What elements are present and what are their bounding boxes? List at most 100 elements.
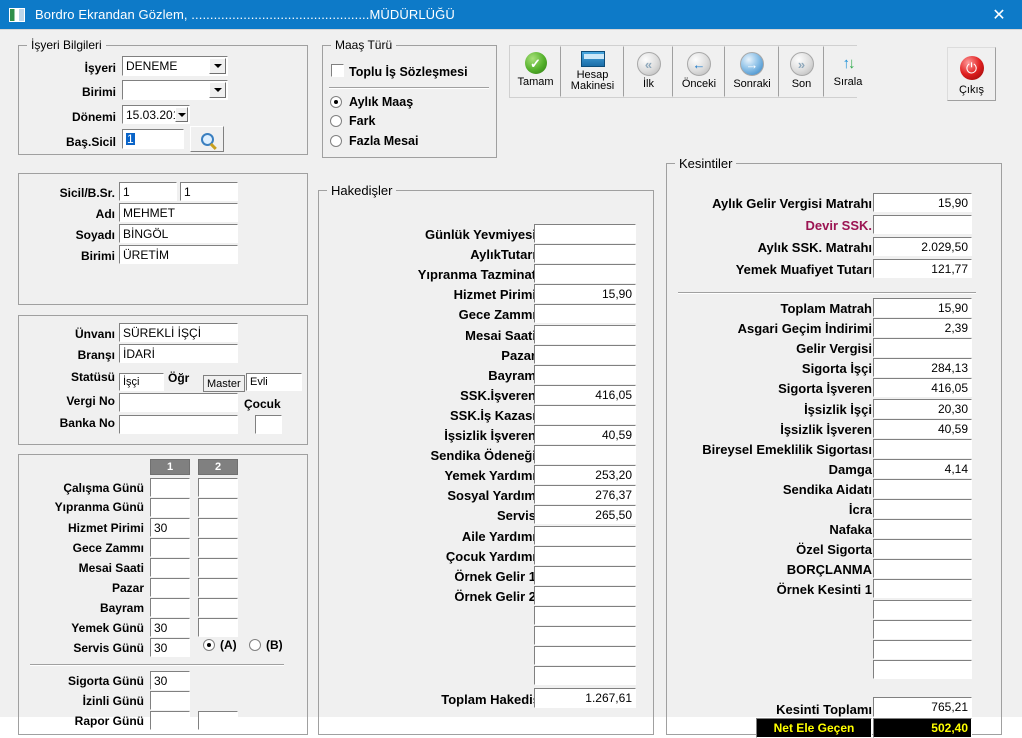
kesinti-value-10[interactable] [873, 499, 972, 518]
hakedis-value-11[interactable] [534, 445, 636, 464]
izinli-gunu-c1[interactable] [150, 691, 190, 710]
hakedis-value-15[interactable] [534, 526, 636, 545]
kesinti-value-12[interactable] [873, 539, 972, 558]
radio-aylik-maas[interactable] [330, 96, 342, 108]
kesinti-value-0[interactable]: 15,90 [873, 298, 972, 317]
cikis-button[interactable]: ⏻ Çıkış [947, 47, 996, 101]
unvani-input[interactable]: SÜREKLİ İŞÇİ [119, 323, 238, 342]
kesinti-top-value-3[interactable]: 121,77 [873, 259, 972, 278]
sicil-input[interactable]: 1 [119, 182, 177, 201]
hakedis-value-2[interactable] [534, 264, 636, 283]
mesai-saati-c2[interactable] [198, 558, 238, 577]
hakedis-value-7[interactable] [534, 365, 636, 384]
donemi-datepicker[interactable]: 15.03.2019 [122, 105, 190, 124]
radio-servis-a[interactable] [203, 639, 215, 651]
kesinti-value-2[interactable] [873, 338, 972, 357]
kesinti-top-value-2[interactable]: 2.029,50 [873, 237, 972, 256]
kesinti-value-15[interactable] [873, 600, 972, 619]
radio-fark[interactable] [330, 115, 342, 127]
pazar-c1[interactable] [150, 578, 190, 597]
kesinti-top-value-0[interactable]: 15,90 [873, 193, 972, 212]
hakedis-value-17[interactable] [534, 566, 636, 585]
adi-input[interactable]: MEHMET [119, 203, 238, 222]
hakedis-value-0[interactable] [534, 224, 636, 243]
birimi-personel-input[interactable]: ÜRETİM [119, 245, 238, 264]
hakedis-value-9[interactable] [534, 405, 636, 424]
hakedis-value-4[interactable] [534, 304, 636, 323]
kesinti-value-6[interactable]: 40,59 [873, 419, 972, 438]
yipranma-gunu-c1[interactable] [150, 498, 190, 517]
onceki-button[interactable]: ← Önceki [673, 46, 725, 97]
soyadi-input[interactable]: BİNGÖL [119, 224, 238, 243]
hakedis-value-22[interactable] [534, 666, 636, 685]
mesai-saati-c1[interactable] [150, 558, 190, 577]
servis-gunu-c1[interactable]: 30 [150, 638, 190, 657]
kesinti-value-9[interactable] [873, 479, 972, 498]
hakedis-value-5[interactable] [534, 325, 636, 344]
hizmet-pirimi-c2[interactable] [198, 518, 238, 537]
cocuk-input[interactable] [255, 415, 282, 434]
kesinti-value-13[interactable] [873, 559, 972, 578]
radio-fazla-mesai[interactable] [330, 135, 342, 147]
toplu-is-sozlesmesi-checkbox[interactable] [331, 64, 344, 77]
hizmet-pirimi-c1[interactable]: 30 [150, 518, 190, 537]
gece-zammi-c2[interactable] [198, 538, 238, 557]
hakedis-value-18[interactable] [534, 586, 636, 605]
yipranma-gunu-c2[interactable] [198, 498, 238, 517]
radio-servis-b[interactable] [249, 639, 261, 651]
vergi-no-input[interactable] [119, 393, 238, 412]
kesinti-value-11[interactable] [873, 519, 972, 538]
sonraki-button[interactable]: → Sonraki [725, 46, 779, 97]
statusu-input[interactable]: İşçi [119, 373, 164, 391]
ilk-button[interactable]: « İlk [624, 46, 673, 97]
kesinti-value-16[interactable] [873, 620, 972, 639]
hakedis-value-10[interactable]: 40,59 [534, 425, 636, 444]
kesinti-toplami-value[interactable]: 765,21 [873, 697, 972, 717]
calisma-gunu-c2[interactable] [198, 478, 238, 497]
kesinti-value-5[interactable]: 20,30 [873, 399, 972, 418]
kesinti-value-18[interactable] [873, 660, 972, 679]
hakedis-value-3[interactable]: 15,90 [534, 284, 636, 303]
son-button[interactable]: » Son [779, 46, 824, 97]
search-button[interactable] [190, 126, 224, 152]
sigorta-gunu-c1[interactable]: 30 [150, 671, 190, 690]
hakedis-value-14[interactable]: 265,50 [534, 505, 636, 524]
hakedis-value-21[interactable] [534, 646, 636, 665]
tamam-button[interactable]: ✓ Tamam [510, 46, 561, 97]
kesinti-value-14[interactable] [873, 579, 972, 598]
hesap-makinesi-button[interactable]: Hesap Makinesi [561, 46, 624, 97]
bas-sicil-input[interactable]: 1 [122, 129, 184, 149]
hakedis-value-16[interactable] [534, 546, 636, 565]
kesinti-value-4[interactable]: 416,05 [873, 378, 972, 397]
gece-zammi-c1[interactable] [150, 538, 190, 557]
isyeri-combo[interactable]: DENEME [122, 56, 228, 76]
chevron-down-icon[interactable] [175, 107, 188, 122]
birimi-combo[interactable] [122, 80, 228, 100]
pazar-c2[interactable] [198, 578, 238, 597]
kesinti-value-1[interactable]: 2,39 [873, 318, 972, 337]
hakedis-value-12[interactable]: 253,20 [534, 465, 636, 484]
bsr-input[interactable]: 1 [180, 182, 238, 201]
kesinti-value-3[interactable]: 284,13 [873, 358, 972, 377]
medeni-hal-input[interactable]: Evli [246, 373, 302, 391]
kesinti-top-value-1[interactable] [873, 215, 972, 234]
rapor-gunu-c2[interactable] [198, 711, 238, 730]
rapor-gunu-c1[interactable] [150, 711, 190, 730]
hakedis-value-20[interactable] [534, 626, 636, 645]
yemek-gunu-c2[interactable] [198, 618, 238, 637]
kesinti-value-17[interactable] [873, 640, 972, 659]
toplam-hakedis-value[interactable]: 1.267,61 [534, 688, 636, 708]
ogr-value-field[interactable]: Master [203, 375, 245, 392]
chevron-down-icon[interactable] [209, 82, 226, 98]
hakedis-value-6[interactable] [534, 345, 636, 364]
hakedis-value-8[interactable]: 416,05 [534, 385, 636, 404]
bransi-input[interactable]: İDARİ [119, 344, 238, 363]
chevron-down-icon[interactable] [209, 58, 226, 74]
hakedis-value-19[interactable] [534, 606, 636, 625]
net-ele-gecen-value[interactable]: 502,40 [873, 718, 972, 738]
close-icon[interactable]: ✕ [976, 0, 1022, 29]
yemek-gunu-c1[interactable]: 30 [150, 618, 190, 637]
banka-no-input[interactable] [119, 415, 238, 434]
calisma-gunu-c1[interactable] [150, 478, 190, 497]
bayram-c1[interactable] [150, 598, 190, 617]
